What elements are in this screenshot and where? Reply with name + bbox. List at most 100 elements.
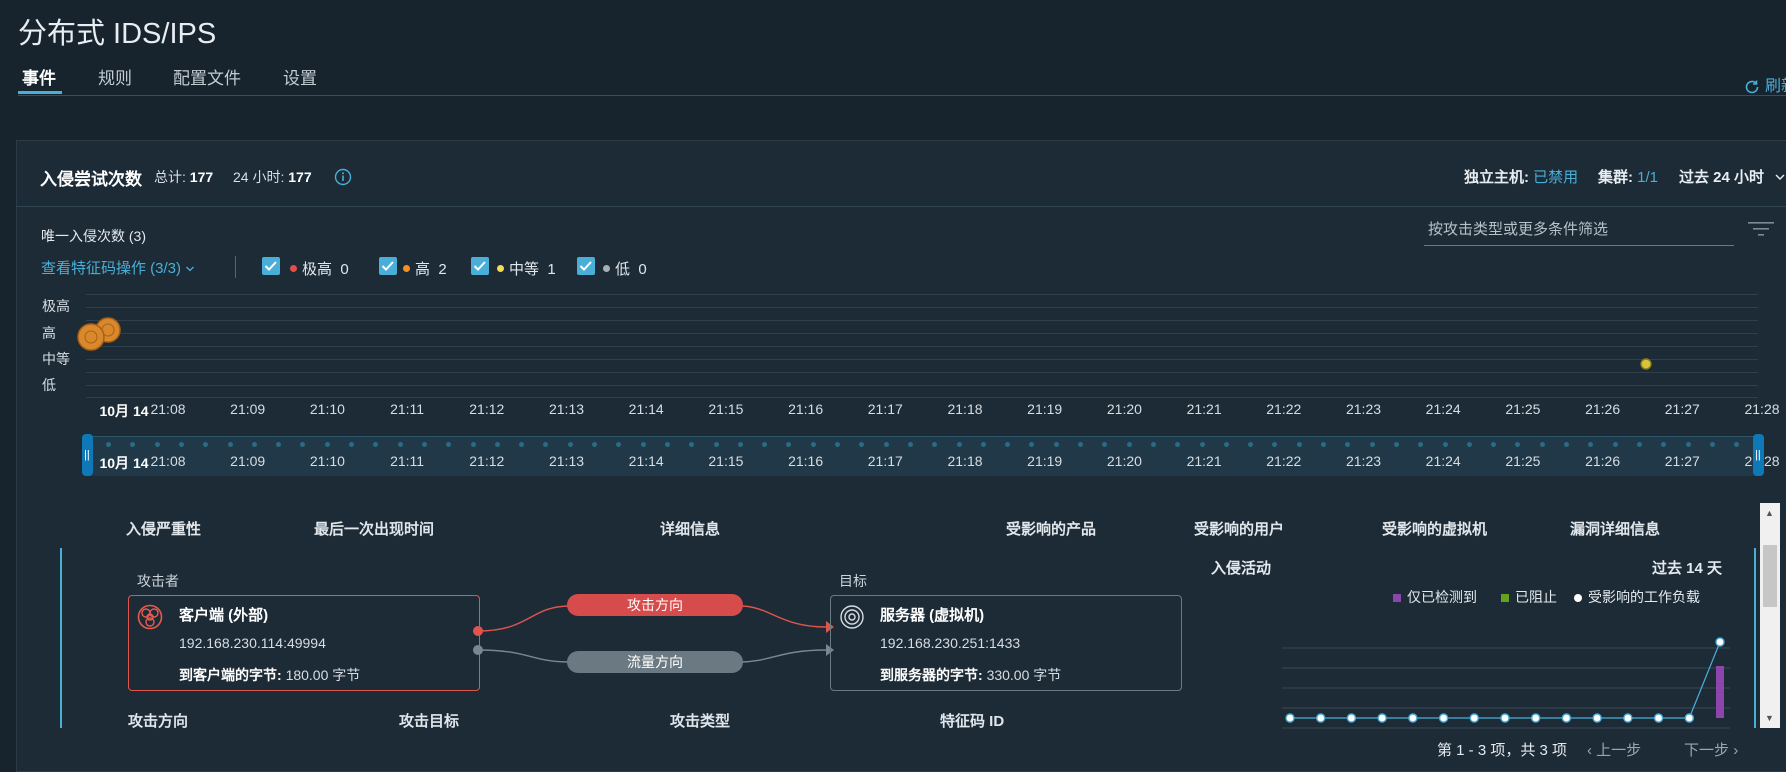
brush-tick: 21:09 (230, 453, 266, 469)
col-details[interactable]: 详细信息 (660, 518, 720, 539)
brush-dot (106, 442, 111, 447)
grid-line (86, 307, 1758, 308)
cluster-label: 集群: (1598, 169, 1633, 186)
timeline-tick: 21:18 (947, 401, 983, 417)
low-dot (603, 265, 610, 272)
brush-right-handle[interactable]: || (1753, 434, 1764, 476)
timeline-tick: 21:24 (1425, 401, 1461, 417)
col-vulnerability-details[interactable]: 漏洞详细信息 (1570, 518, 1660, 539)
brush-tick: 21:27 (1664, 453, 1700, 469)
col-affected-products[interactable]: 受影响的产品 (1006, 518, 1096, 539)
filter-icon[interactable] (1748, 221, 1774, 237)
field-attack-direction: 攻击方向 (128, 713, 189, 730)
total-label: 总计: (154, 169, 186, 185)
brush-tick: 21:16 (788, 453, 824, 469)
info-icon[interactable] (334, 168, 352, 186)
prev-page-button[interactable]: ‹ 上一步 (1587, 739, 1641, 760)
activity-range: 过去 14 天 (1652, 560, 1723, 577)
brush-dot (1321, 442, 1326, 447)
checkbox-medium[interactable] (471, 257, 489, 275)
brush-dot (421, 442, 427, 447)
refresh-button[interactable]: 刷新 (1743, 72, 1786, 96)
activity-workload-point (1561, 713, 1572, 723)
cluster: 集群: 1/1 (1598, 166, 1658, 187)
timeline-tick: 21:16 (788, 401, 824, 417)
timeline-event-medium[interactable] (1639, 357, 1653, 371)
legend-swatch (1501, 594, 1509, 602)
brush-dot (1369, 442, 1375, 447)
col-affected-users[interactable]: 受影响的用户 (1194, 518, 1284, 539)
grid-line (86, 372, 1758, 373)
time-range-dropdown[interactable]: 过去 24 小时 (1679, 166, 1786, 187)
low-label: 低 (615, 261, 631, 278)
tab-events[interactable]: 事件 (22, 64, 56, 89)
target-bytes: 到服务器的字节: 330.00 字节 (880, 665, 1061, 685)
intrusion-attempts-title: 入侵尝试次数 (40, 170, 142, 189)
brush-dot (1199, 442, 1205, 447)
grid-line (86, 333, 1758, 334)
filter-search-input[interactable] (1424, 213, 1742, 245)
tab-profiles[interactable]: 配置文件 (173, 64, 241, 89)
medium-label: 中等 (509, 261, 540, 278)
brush-dot (664, 442, 670, 447)
page-title: 分布式 IDS/IPS (18, 18, 217, 50)
brush-dot (907, 442, 913, 447)
attacker-label: 攻击者 (137, 573, 179, 589)
critical-dot (290, 265, 297, 272)
next-label: 下一步 (1684, 742, 1730, 759)
scrollbar-thumb[interactable] (1763, 545, 1777, 607)
medium-count: 1 (547, 261, 556, 278)
brush-dot (713, 442, 719, 447)
view-signature-ops-link[interactable]: 查看特征码操作 (3/3) (41, 257, 195, 278)
unique-intrusions-count: 唯一入侵次数 (3) (41, 228, 146, 244)
brush-dot (1393, 442, 1399, 447)
checkbox-low[interactable] (577, 257, 595, 275)
attacker-bytes-value: 180.00 字节 (285, 667, 361, 683)
severity-critical: 极高 0 (290, 258, 349, 279)
timeline-tick: 21:08 (150, 401, 186, 417)
y-label-high: 高 (42, 325, 56, 341)
cluster-value-link[interactable]: 1/1 (1637, 169, 1658, 186)
activity-workload-point (1623, 713, 1633, 723)
refresh-label: 刷新 (1765, 78, 1786, 95)
checkbox-high[interactable] (379, 257, 397, 275)
activity-workload-point (1438, 713, 1449, 723)
brush-dot (1539, 442, 1545, 447)
checkbox-critical[interactable] (262, 257, 280, 275)
brush-dot (737, 442, 743, 447)
tab-settings[interactable]: 设置 (283, 64, 317, 89)
col-affected-vms[interactable]: 受影响的虚拟机 (1382, 518, 1487, 539)
timeline-tick: 21:28 (1744, 401, 1780, 417)
activity-workload-point (1316, 713, 1326, 723)
scroll-down-arrow[interactable]: ▼ (1765, 713, 1774, 723)
legend-detected-only: 仅已检测到 (1393, 587, 1477, 607)
brush-dot (956, 442, 962, 447)
next-page-button[interactable]: 下一步 › (1684, 739, 1738, 760)
attacker-bytes: 到客户端的字节: 180.00 字节 (179, 665, 360, 685)
tab-rules[interactable]: 规则 (98, 64, 132, 89)
scroll-up-arrow[interactable]: ▲ (1765, 508, 1774, 518)
grid-line (86, 320, 1758, 321)
brush-dot (1709, 442, 1715, 447)
brush-left-handle[interactable]: || (82, 434, 93, 476)
detail-scrollbar[interactable] (1760, 503, 1780, 728)
total-stat: 总计: 177 (154, 167, 213, 187)
prev-label: 上一步 (1596, 742, 1642, 759)
grid-line (86, 397, 1758, 398)
col-last-seen[interactable]: 最后一次出现时间 (314, 518, 434, 539)
grid-line (86, 346, 1758, 347)
col-severity[interactable]: 入侵严重性 (126, 518, 201, 539)
attacker-title: 客户端 (外部) (179, 607, 269, 624)
pagination-range: 第 1 - 3 项，共 3 项 (1437, 742, 1568, 759)
brush-dot (640, 442, 646, 447)
timeline-tick: 21:14 (628, 401, 664, 417)
timeline-event-high[interactable] (74, 316, 124, 352)
timeline-tick: 21:15 (708, 401, 744, 417)
h24-value: 177 (288, 169, 312, 185)
timeline-tick: 21:12 (469, 401, 505, 417)
activity-bar-detected (1716, 666, 1724, 718)
brush-dot (567, 442, 573, 447)
standalone-status-link[interactable]: 已禁用 (1533, 169, 1578, 186)
activity-workload-point (1653, 713, 1664, 723)
y-label-low: 低 (42, 377, 56, 393)
